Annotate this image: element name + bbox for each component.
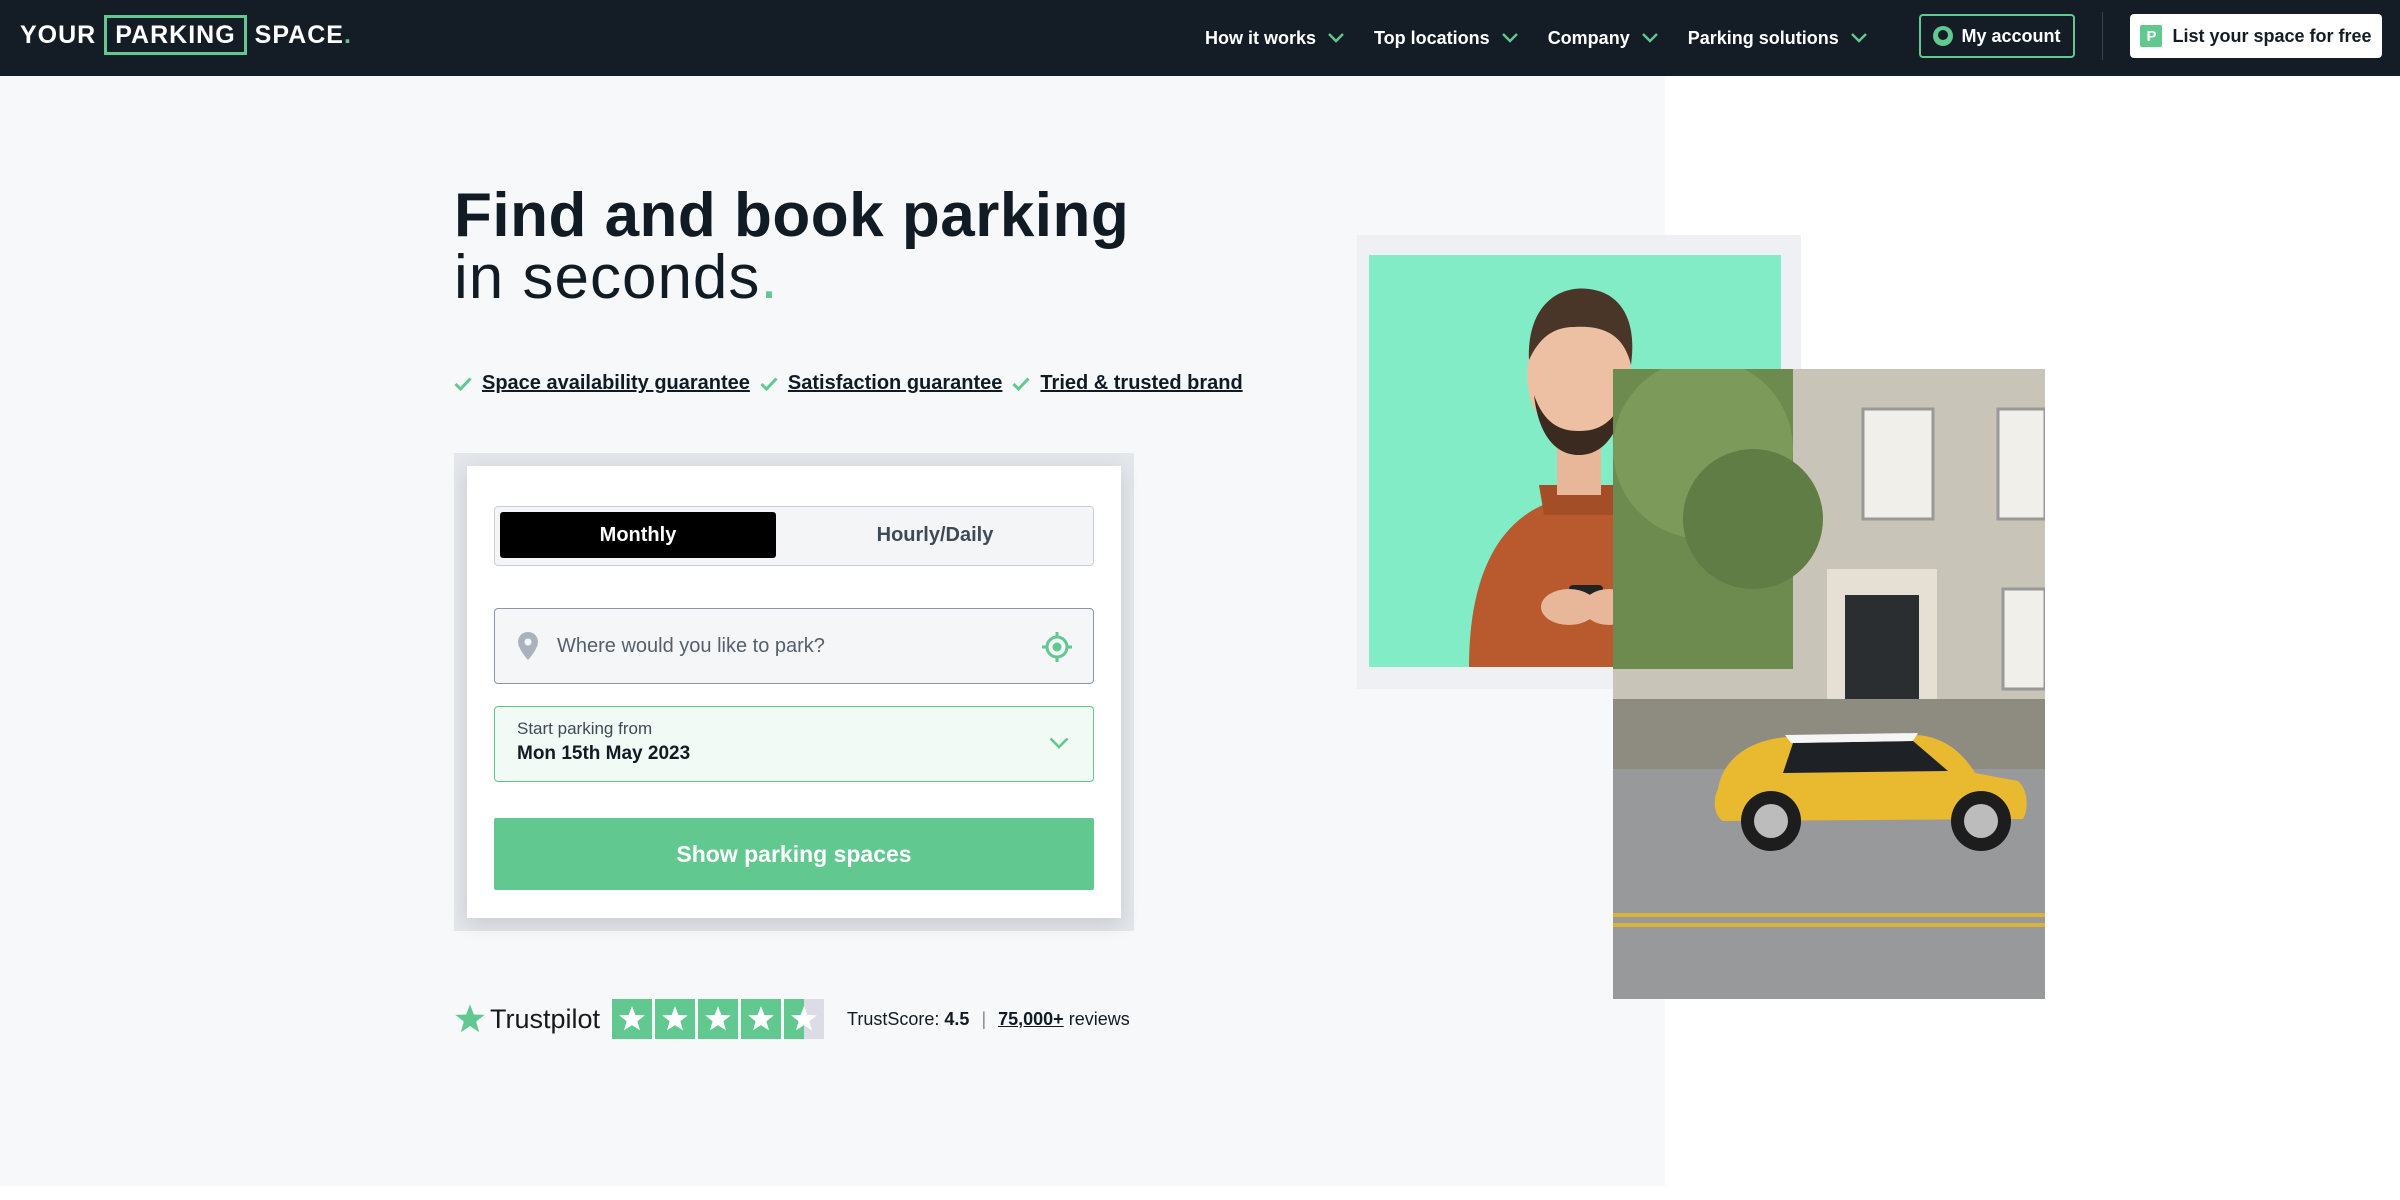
hero-title-dot: . [760, 243, 779, 312]
nav-parking-solutions[interactable]: Parking solutions [1688, 28, 1867, 49]
start-date-value: Mon 15th May 2023 [517, 743, 691, 764]
reviews-count-link[interactable]: 75,000+ [998, 1009, 1064, 1029]
star-icon [698, 999, 739, 1039]
hero-title-line1: Find and book parking [454, 181, 1130, 250]
guarantee-item: Satisfaction guarantee [760, 372, 1003, 395]
guarantee-link-satisfaction[interactable]: Satisfaction guarantee [788, 372, 1003, 395]
start-date-label: Start parking from [517, 719, 653, 738]
nav-how-it-works[interactable]: How it works [1205, 28, 1344, 49]
location-input[interactable] [557, 634, 1027, 658]
guarantee-link-trusted-brand[interactable]: Tried & trusted brand [1040, 372, 1242, 395]
booking-type-toggle: Monthly Hourly/Daily [494, 506, 1094, 566]
logo-text-left: YOUR [20, 20, 97, 49]
map-pin-icon [518, 632, 538, 660]
nav-label: How it works [1205, 27, 1317, 48]
logo-dot: . [343, 20, 352, 49]
chevron-down-icon [1501, 33, 1518, 43]
tab-hourly-daily[interactable]: Hourly/Daily [785, 512, 1085, 558]
star-icon [612, 999, 653, 1039]
reviews-word: reviews [1068, 1008, 1130, 1029]
check-icon [760, 376, 778, 391]
trustscore: TrustScore: 4.5 [847, 1009, 969, 1030]
nav-label: Top locations [1374, 27, 1490, 48]
main-nav: How it works Top locations Company Parki… [1205, 0, 1897, 76]
nav-label: Company [1547, 27, 1630, 48]
hero-photo-yellow-car [1613, 369, 2045, 999]
trustscore-value: 4.5 [944, 1008, 970, 1029]
hero-title-line2-text: in seconds [454, 243, 761, 312]
guarantee-list: Space availability guarantee Satisfactio… [454, 372, 1253, 395]
half-star-icon [784, 999, 825, 1039]
guarantee-item: Tried & trusted brand [1012, 372, 1243, 395]
trustpilot-brand: Trustpilot [490, 1003, 601, 1034]
site-header: YOUR PARKING SPACE. How it works Top loc… [0, 0, 2400, 76]
star-icon [655, 999, 696, 1039]
parking-p-icon: P [2140, 25, 2163, 47]
check-icon [1012, 376, 1031, 391]
trustscore-label: TrustScore: [847, 1008, 940, 1029]
start-date-select[interactable]: Start parking from Mon 15th May 2023 [494, 706, 1094, 782]
guarantee-item: Space availability guarantee [454, 372, 750, 395]
chevron-down-icon [1049, 737, 1069, 749]
trustpilot-widget[interactable]: Trustpilot TrustScore: 4.5 | 75,000+ rev… [454, 998, 1130, 1040]
trustpilot-stars [612, 999, 827, 1039]
guarantee-link-space-availability[interactable]: Space availability guarantee [482, 372, 750, 395]
list-your-space-label: List your space for free [2172, 25, 2372, 46]
star-icon [741, 999, 782, 1039]
user-icon [1933, 26, 1954, 46]
tab-monthly[interactable]: Monthly [500, 512, 776, 558]
nav-top-locations[interactable]: Top locations [1374, 28, 1518, 49]
nav-company[interactable]: Company [1548, 28, 1658, 49]
logo-text-right: SPACE [254, 20, 344, 49]
trustpilot-logo: Trustpilot [454, 1003, 600, 1035]
nav-label: Parking solutions [1687, 27, 1839, 48]
trustpilot-separator: | [981, 1008, 987, 1029]
chevron-down-icon [1328, 33, 1344, 43]
logo-text-box: PARKING [104, 15, 247, 55]
list-your-space-button[interactable]: P List your space for free [2130, 14, 2382, 58]
my-account-button[interactable]: My account [1919, 14, 2075, 58]
header-divider [2102, 12, 2103, 60]
location-search [494, 608, 1094, 684]
star-icon [455, 1004, 485, 1033]
chevron-down-icon [1850, 33, 1867, 43]
trustpilot-reviews: 75,000+ reviews [998, 1009, 1130, 1030]
chevron-down-icon [1641, 33, 1658, 43]
locate-icon[interactable] [1041, 631, 1073, 663]
show-parking-spaces-button[interactable]: Show parking spaces [494, 818, 1094, 890]
site-logo[interactable]: YOUR PARKING SPACE. [20, 15, 352, 55]
check-icon [454, 376, 472, 391]
hero-title-line2: in seconds. [454, 242, 779, 313]
my-account-label: My account [1961, 25, 2061, 46]
